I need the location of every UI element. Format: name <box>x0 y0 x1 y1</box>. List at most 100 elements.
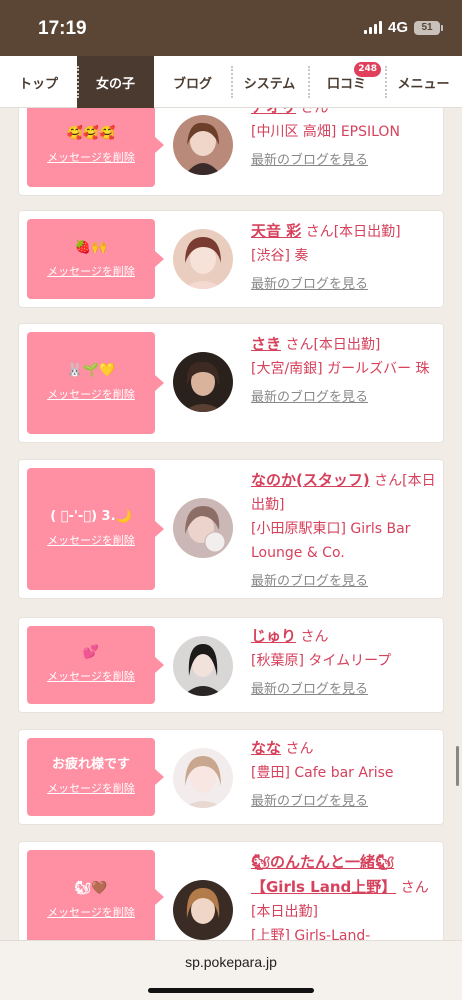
message-text: 🐿🤎 <box>74 881 108 896</box>
browser-url-bar[interactable]: sp.pokepara.jp <box>0 940 462 1000</box>
message-bubble: 🐿🤎 メッセージを削除 <box>27 850 164 940</box>
status-bar: 17:19 4G 51 <box>0 0 462 56</box>
message-bubble: お疲れ様です メッセージを削除 <box>27 738 164 816</box>
nav-item-menu[interactable]: メニュー <box>385 56 462 108</box>
girl-name-link[interactable]: さき <box>251 335 281 353</box>
status-tag: [本日出勤] <box>313 337 381 353</box>
latest-blog-link[interactable]: 最新のブログを見る <box>251 276 439 294</box>
message-text: 🐰🌱💛 <box>66 363 116 378</box>
nav-label: 女の子 <box>95 76 135 92</box>
girl-info: さき さん[本日出勤] [大宮/南銀] ガールズバー 珠 最新のブログを見る <box>251 332 439 407</box>
girl-info: なな さん [豊田] Cafe bar Arise 最新のブログを見る <box>251 736 439 811</box>
girl-info: 天音 彩 さん[本日出勤] [渋谷] 奏 最新のブログを見る <box>251 219 439 294</box>
list-item: 🥰🥰🥰 メッセージを削除 アオリ さん [中川区 高畑] EPSILON 最新の… <box>18 108 444 196</box>
shop-location[interactable]: [中川区 高畑] EPSILON <box>251 120 439 144</box>
girl-name-link[interactable]: なのか(スタッフ) <box>251 471 370 489</box>
latest-blog-link[interactable]: 最新のブログを見る <box>251 389 439 407</box>
shop-location[interactable]: [秋葉原] タイムリープ <box>251 649 439 673</box>
list-item: 🐿🤎 メッセージを削除 🐿のんたんと一緒🐿【Girls Land上野】 さん [… <box>18 841 444 940</box>
url-text[interactable]: sp.pokepara.jp <box>0 954 462 970</box>
latest-blog-link[interactable]: 最新のブログを見る <box>251 573 439 591</box>
honorific: さん <box>400 880 429 896</box>
avatar[interactable] <box>173 115 233 175</box>
honorific: さん <box>300 108 329 116</box>
status-indicators: 4G 51 <box>363 19 443 36</box>
nav-item-blog[interactable]: ブログ <box>154 56 231 108</box>
avatar[interactable] <box>173 352 233 412</box>
list-item: 💕 メッセージを削除 じゅり さん [秋葉原] タイムリープ 最新のブログを見る <box>18 617 444 713</box>
latest-blog-link[interactable]: 最新のブログを見る <box>251 152 439 170</box>
battery-icon: 51 <box>414 20 443 35</box>
avatar[interactable] <box>173 498 233 558</box>
girl-name-link[interactable]: 🐿のんたんと一緒🐿【Girls Land上野】 <box>251 853 396 896</box>
name-line: 🐿のんたんと一緒🐿【Girls Land上野】 さん <box>251 850 439 900</box>
delete-message-link[interactable]: メッセージを削除 <box>27 904 155 920</box>
girl-info: アオリ さん [中川区 高畑] EPSILON 最新のブログを見る <box>251 108 439 170</box>
honorific: さん <box>374 473 403 489</box>
avatar[interactable] <box>173 880 233 940</box>
name-line: なな さん <box>251 736 439 761</box>
honorific: さん <box>285 337 314 353</box>
nav-item-reviews[interactable]: 口コミ 248 <box>308 56 385 108</box>
latest-blog-link[interactable]: 最新のブログを見る <box>251 793 439 811</box>
home-indicator <box>148 988 314 993</box>
message-bubble: 🍓🙌 メッセージを削除 <box>27 219 164 299</box>
list-item: 🍓🙌 メッセージを削除 天音 彩 さん[本日出勤] [渋谷] 奏 最新のブログを… <box>18 210 444 308</box>
delete-message-link[interactable]: メッセージを削除 <box>27 668 155 684</box>
status-time: 17:19 <box>38 18 87 39</box>
girls-list: 🥰🥰🥰 メッセージを削除 アオリ さん [中川区 高畑] EPSILON 最新の… <box>0 108 462 940</box>
delete-message-link[interactable]: メッセージを削除 <box>27 386 155 402</box>
nav-label: トップ <box>18 76 58 92</box>
girl-name-link[interactable]: じゅり <box>251 627 296 645</box>
girl-name-link[interactable]: アオリ <box>251 108 296 116</box>
girl-info: 🐿のんたんと一緒🐿【Girls Land上野】 さん [本日出勤] [上野] G… <box>251 850 439 940</box>
shop-location[interactable]: [渋谷] 奏 <box>251 244 439 268</box>
message-bubble: 🐰🌱💛 メッセージを削除 <box>27 332 164 434</box>
name-line: なのか(スタッフ) さん[本日出勤] <box>251 468 439 517</box>
status-tag: [本日出勤] <box>251 904 318 920</box>
delete-message-link[interactable]: メッセージを削除 <box>27 780 155 796</box>
nav-item-girls[interactable]: 女の子 <box>77 56 154 108</box>
girl-info: じゅり さん [秋葉原] タイムリープ 最新のブログを見る <box>251 624 439 699</box>
nav-label: システム <box>243 76 296 92</box>
nav-label: メニュー <box>397 76 450 92</box>
nav-item-top[interactable]: トップ <box>0 56 77 108</box>
delete-message-link[interactable]: メッセージを削除 <box>27 263 155 279</box>
list-item: お疲れ様です メッセージを削除 なな さん [豊田] Cafe bar Aris… <box>18 729 444 825</box>
shop-location[interactable]: [豊田] Cafe bar Arise <box>251 761 439 785</box>
nav-label: ブログ <box>172 76 212 92</box>
shop-location[interactable]: [上野] Girls-Land- <box>251 924 439 940</box>
delete-message-link[interactable]: メッセージを削除 <box>27 532 155 548</box>
shop-location[interactable]: [小田原駅東口] Girls Bar Lounge & Co. <box>251 517 439 565</box>
latest-blog-link[interactable]: 最新のブログを見る <box>251 681 439 699</box>
name-line: じゅり さん <box>251 624 439 649</box>
message-text: 💕 <box>82 645 100 660</box>
girl-name-link[interactable]: 天音 彩 <box>251 222 301 240</box>
delete-message-link[interactable]: メッセージを削除 <box>27 149 155 165</box>
message-bubble: 🥰🥰🥰 メッセージを削除 <box>27 108 164 187</box>
honorific: さん <box>305 224 334 240</box>
status-tag: [本日出勤] <box>333 224 401 240</box>
nav-item-system[interactable]: システム <box>231 56 308 108</box>
avatar[interactable] <box>173 636 233 696</box>
message-text: 🍓🙌 <box>74 240 108 255</box>
name-line: アオリ さん <box>251 108 439 120</box>
message-text: ( ﾟ-'-ﾟ) 3.🌙 <box>50 509 132 524</box>
avatar[interactable] <box>173 748 233 808</box>
name-line: さき さん[本日出勤] <box>251 332 439 357</box>
top-nav: トップ 女の子 ブログ システム 口コミ 248 メニュー <box>0 56 462 108</box>
signal-icon <box>363 21 382 34</box>
honorific: さん <box>285 741 314 757</box>
honorific: さん <box>300 629 329 645</box>
list-item: 🐰🌱💛 メッセージを削除 さき さん[本日出勤] [大宮/南銀] ガールズバー … <box>18 323 444 443</box>
network-label: 4G <box>387 19 408 36</box>
message-text: お疲れ様です <box>51 757 130 772</box>
message-bubble: 💕 メッセージを削除 <box>27 626 164 704</box>
reviews-count-badge: 248 <box>354 62 381 77</box>
message-bubble: ( ﾟ-'-ﾟ) 3.🌙 メッセージを削除 <box>27 468 164 590</box>
girl-name-link[interactable]: なな <box>251 739 281 757</box>
girl-info: なのか(スタッフ) さん[本日出勤] [小田原駅東口] Girls Bar Lo… <box>251 468 439 591</box>
shop-location[interactable]: [大宮/南銀] ガールズバー 珠 <box>251 357 439 381</box>
scrollbar-thumb[interactable] <box>456 746 459 786</box>
avatar[interactable] <box>173 229 233 289</box>
